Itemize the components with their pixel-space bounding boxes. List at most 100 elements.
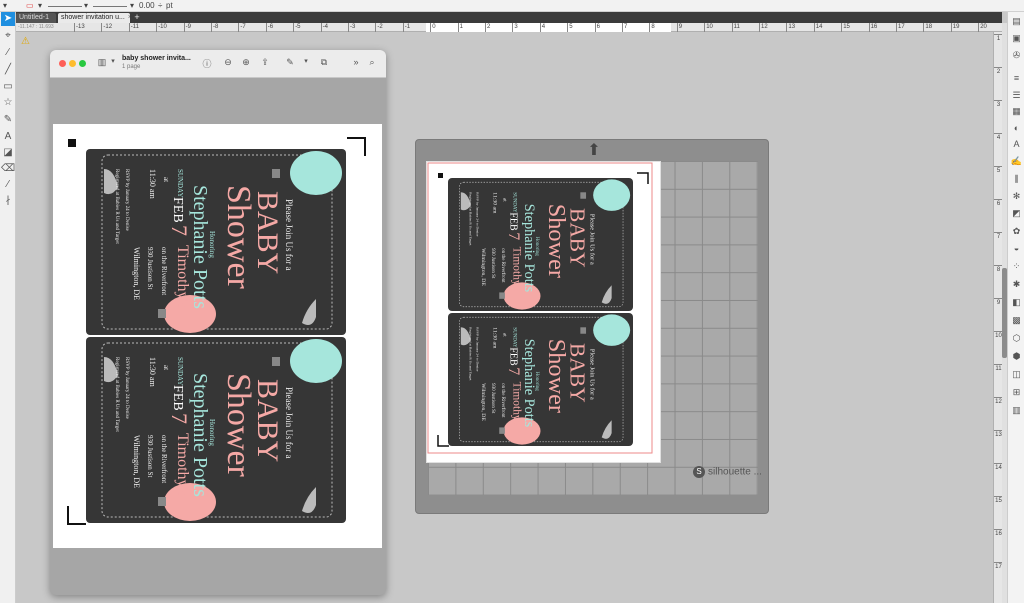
invite-city: Wilmington, DE [132,435,141,488]
stroke-dropdown-icon[interactable]: ▾ [38,1,42,11]
invite-time: 11:30 am [492,327,498,349]
options-bar: ▾ ▭ ▾ ▾ ▾ 0.00 ÷ pt [0,0,1024,12]
store-icon[interactable]: ▥ [1010,404,1023,417]
fill-panel-icon[interactable]: ≡ [1010,72,1023,85]
tab-untitled-1[interactable]: Untitled-1 [16,13,56,23]
invite-date: 7 [167,225,192,236]
maximize-window-icon[interactable] [79,60,86,67]
balloon-basket [272,357,280,366]
invite-at: at [162,177,170,182]
transparency-icon[interactable]: ◐ [1010,122,1023,135]
balloon-basket [580,327,587,334]
balloon-basket [272,169,280,178]
line-panel-icon[interactable]: ☰ [1010,89,1023,102]
knife-tool-icon[interactable]: ∕ [1,46,15,60]
warning-icon[interactable]: ⚠ [21,36,30,47]
ruler-tick: 16 [868,23,878,32]
eraser-tool-icon[interactable]: ◪ [1,146,15,160]
registration-icon[interactable]: ▣ [1010,32,1023,45]
invite-time: 11:30 am [148,169,157,199]
silhouette-logo: Ssilhouette ... [693,466,762,478]
silhouette-logo-icon: S [693,466,705,478]
markup-pen-icon[interactable]: ✎ [284,57,296,68]
nesting-icon[interactable]: ✱ [1010,278,1023,291]
preview-page: Please Join Us for a BABY Shower Honoring St… [53,124,382,548]
invitation-card[interactable]: Please Join Us for a BABY Shower Honoring St… [448,313,633,446]
zoom-out-icon[interactable]: ⊖ [222,57,234,68]
invite-at: at [502,198,507,202]
share-icon[interactable]: ⇪ [259,57,271,68]
sketch-icon[interactable]: ✍ [1010,155,1023,168]
invite-registry: Registered at Babies R Us and Target [114,357,119,432]
polygon-tool-icon[interactable]: ☆ [1,96,15,110]
eraser-alt-tool-icon[interactable]: ⌫ [1,162,15,176]
invite-address: 930 Justison St [146,247,154,289]
invite-rsvp: RSVP by January 24 to Denise [475,327,479,371]
invite-month: FEB [508,347,519,366]
transform-icon[interactable]: ⁘ [1010,260,1023,273]
knife-alt-tool-icon[interactable]: ∤ [1,194,15,208]
print-cut-icon[interactable]: ⊞ [1010,386,1023,399]
minimize-window-icon[interactable] [69,60,76,67]
pixscan-icon[interactable]: ⬢ [1010,350,1023,363]
vertical-ruler: 1 2 3 4 5 6 7 8 9 10 11 12 13 14 15 16 17 [993,32,1003,603]
ruler-tick: 2 [484,23,491,32]
line-weight-dropdown-icon[interactable]: ▾ [130,1,134,11]
invite-address: 930 Justison St [490,383,495,414]
document-tabs: Untitled-1 shower invitation u... × + [0,12,1002,23]
line-style-dropdown-icon[interactable]: ▾ [84,1,88,11]
ruler-tick: 19 [950,23,960,32]
info-icon[interactable]: ⓘ [201,57,213,70]
balloon-mint-icon [593,314,631,346]
align-icon[interactable]: ⫼ [1010,173,1023,186]
layers-icon[interactable]: ◧ [1010,296,1023,309]
chevron-down-icon[interactable]: ▾ [107,57,119,65]
invitation-card[interactable]: Please Join Us for a BABY Shower Honoring St… [86,337,346,523]
modify-icon[interactable]: ◩ [1010,207,1023,220]
trace-icon[interactable]: ◒ [1010,242,1023,255]
balloon-basket [158,309,166,318]
invite-line1: Please Join Us for a [284,199,294,271]
fill-swatch-icon[interactable]: ▾ [3,1,7,11]
invite-line1: Please Join Us for a [284,387,294,459]
rhinestone-icon[interactable]: ◫ [1010,368,1023,381]
line-tool-icon[interactable]: ╱ [1,63,15,77]
library-icon[interactable]: ▩ [1010,314,1023,327]
rotate-icon[interactable]: ⧉ [318,57,330,68]
eyedropper-tool-icon[interactable]: ⁄ [1,178,15,192]
offset-icon[interactable]: ✿ [1010,225,1023,238]
page-setup-icon[interactable]: ▤ [1010,15,1023,28]
zoom-in-icon[interactable]: ⊕ [240,57,252,68]
invitation-card[interactable]: Please Join Us for a BABY Shower Honoring St… [448,178,633,311]
stroke-swatch-icon[interactable]: ▭ [26,1,34,11]
more-tools-icon[interactable]: » [350,57,362,67]
invite-venue-sub: on the Riverfront [160,435,168,483]
select-tool-icon[interactable]: ➤ [1,12,15,26]
send-icon[interactable]: ✇ [1010,49,1023,62]
invite-title-shower: Shower [543,339,570,413]
pen-tool-icon[interactable]: ✎ [1,113,15,127]
rectangle-tool-icon[interactable]: ▭ [1,80,15,94]
ruler-tick: 7 [621,23,628,32]
tab-shower-invitation[interactable]: shower invitation u... × [58,13,130,23]
stroke-width-input[interactable]: 0.00 [139,1,155,11]
weld-icon[interactable]: ⬡ [1010,332,1023,345]
invite-time: 11:30 am [148,357,157,387]
line-style-icon[interactable]: ▦ [1010,105,1023,118]
text-style-icon[interactable]: A [1010,138,1023,151]
invite-venue-sub: on the Riverfront [500,383,505,418]
point-edit-tool-icon[interactable]: ⌖ [1,29,15,43]
add-tab-icon[interactable]: + [132,13,142,23]
invitation-card[interactable]: Please Join Us for a BABY Shower Honoring St… [86,149,346,335]
search-icon[interactable]: ⌕ [366,57,378,68]
preview-titlebar[interactable]: ▥ ▾ baby shower invita... 1 page ⓘ ⊖ ⊕ ⇪… [50,50,386,78]
load-arrow-icon[interactable]: ⬆ [585,143,603,159]
markup-dropdown-icon[interactable]: ▾ [300,57,312,65]
preview-window[interactable]: ▥ ▾ baby shower invita... 1 page ⓘ ⊖ ⊕ ⇪… [50,50,386,595]
text-tool-icon[interactable]: A [1,130,15,144]
close-window-icon[interactable] [59,60,66,67]
replicate-icon[interactable]: ✻ [1010,190,1023,203]
stepper-icon[interactable]: ÷ [158,1,162,11]
close-tab-icon[interactable]: × [128,14,130,21]
page-count: 1 page [122,64,141,70]
